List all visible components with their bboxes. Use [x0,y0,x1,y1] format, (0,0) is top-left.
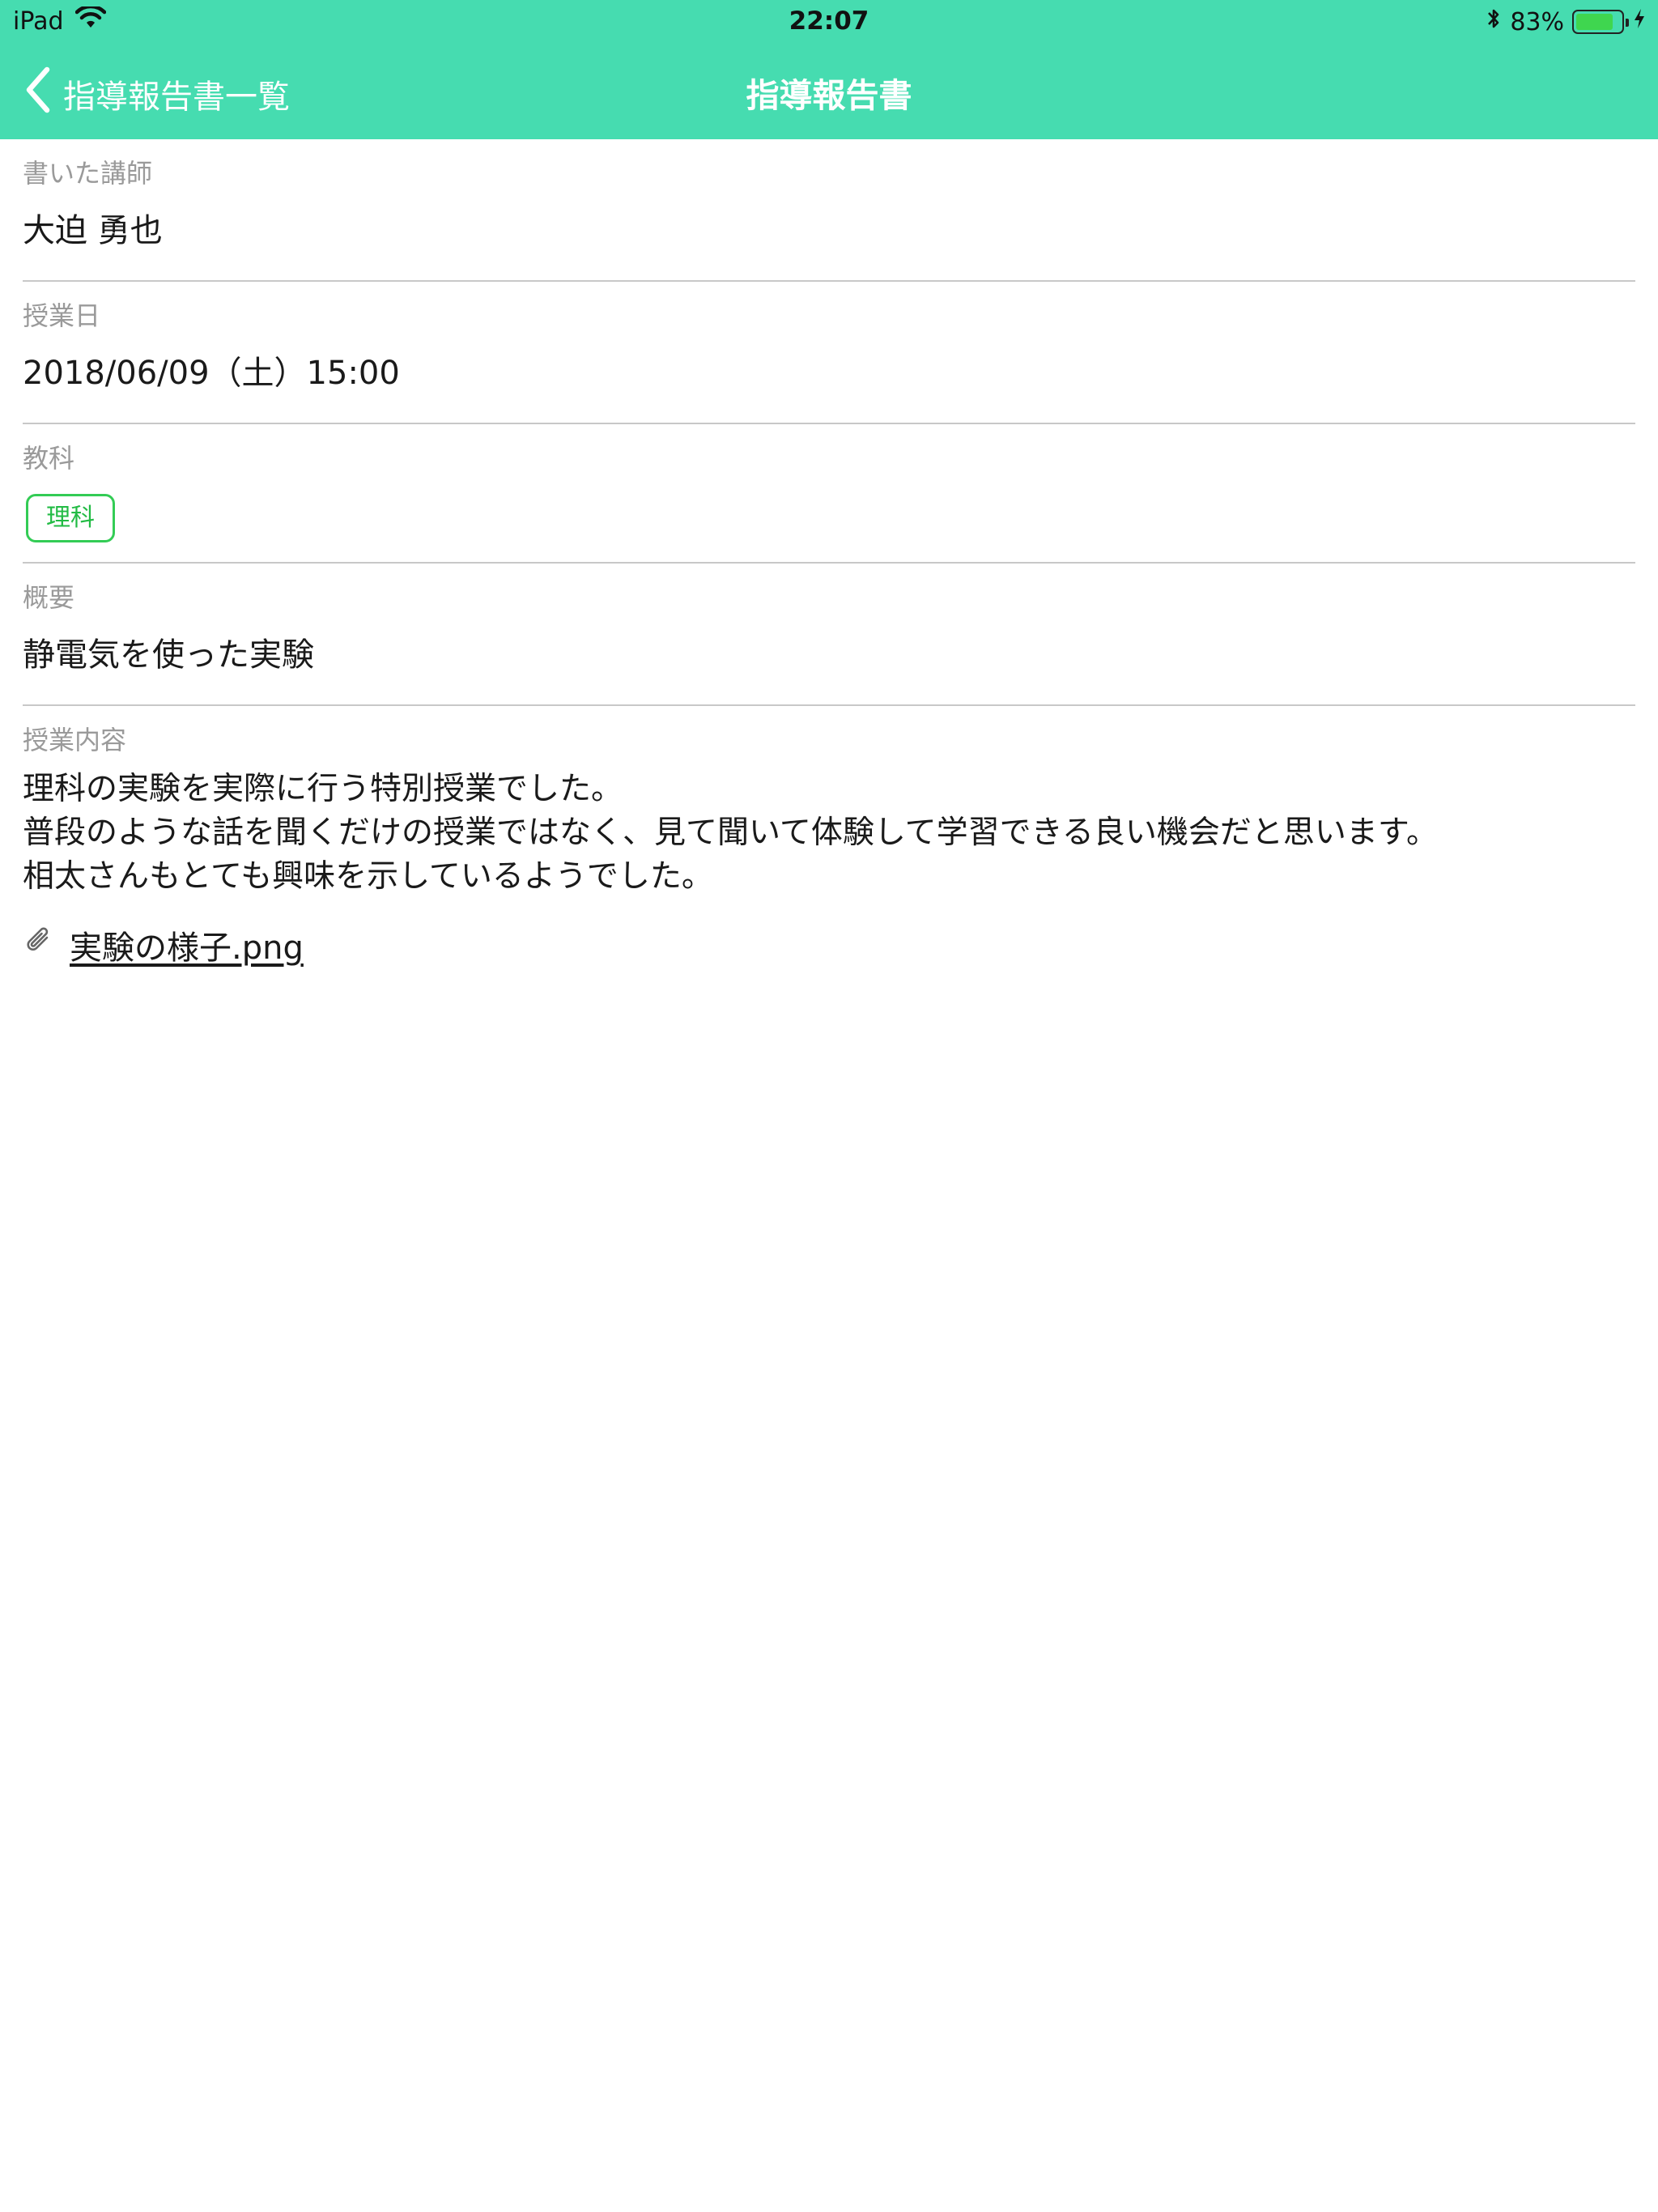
charging-bolt-icon [1632,7,1647,36]
lesson-content-text: 理科の実験を実際に行う特別授業でした。 普段のような話を聞くだけの授業ではなく、… [23,753,1635,899]
battery-percent: 83% [1510,7,1564,36]
summary-label: 概要 [23,582,75,613]
paperclip-icon [23,925,55,965]
status-right: 83% [1486,6,1647,37]
subject-label: 教科 [23,443,75,474]
battery-level [1576,14,1613,30]
attachment-link[interactable]: 実験の様子.png [23,921,1635,968]
lesson-content-line: 理科の実験を実際に行う特別授業でした。 [23,771,623,807]
summary-field: 概要 静電気を使った実験 [23,564,1635,706]
status-time: 22:07 [789,6,869,36]
attachment-filename: 実験の様子.png [70,929,304,967]
navigation-bar: 指導報告書一覧 指導報告書 [0,45,1658,139]
report-detail: 書いた講師 大迫 勇也 授業日 2018/06/09（土）15:00 教科 理科… [23,139,1635,968]
class-date-value: 2018/06/09（土）15:00 [23,355,400,392]
bluetooth-icon [1486,6,1502,37]
page-title: 指導報告書 [746,76,912,115]
lesson-content-line: 相太さんもとても興味を示しているようでした。 [23,858,713,895]
class-date-field: 授業日 2018/06/09（土）15:00 [23,282,1635,424]
teacher-value: 大迫 勇也 [23,212,163,249]
lesson-content-field: 授業内容 理科の実験を実際に行う特別授業でした。 普段のような話を聞くだけの授業… [23,706,1635,968]
summary-value: 静電気を使った実験 [23,636,314,674]
battery-icon [1572,10,1629,34]
teacher-field: 書いた講師 大迫 勇也 [23,139,1635,282]
subject-tag: 理科 [26,494,115,542]
app-header: iPad 22:07 83% 指導報告書一覧 指導報告書 [0,0,1658,139]
lesson-content-line: 普段のような話を聞くだけの授業ではなく、見て聞いて体験して学習できる良い機会だと… [23,815,1438,851]
teacher-label: 書いた講師 [23,158,153,189]
subject-field: 教科 理科 [23,424,1635,564]
class-date-label: 授業日 [23,300,101,331]
status-bar: iPad 22:07 83% [0,0,1658,45]
lesson-content-label: 授業内容 [23,725,127,755]
